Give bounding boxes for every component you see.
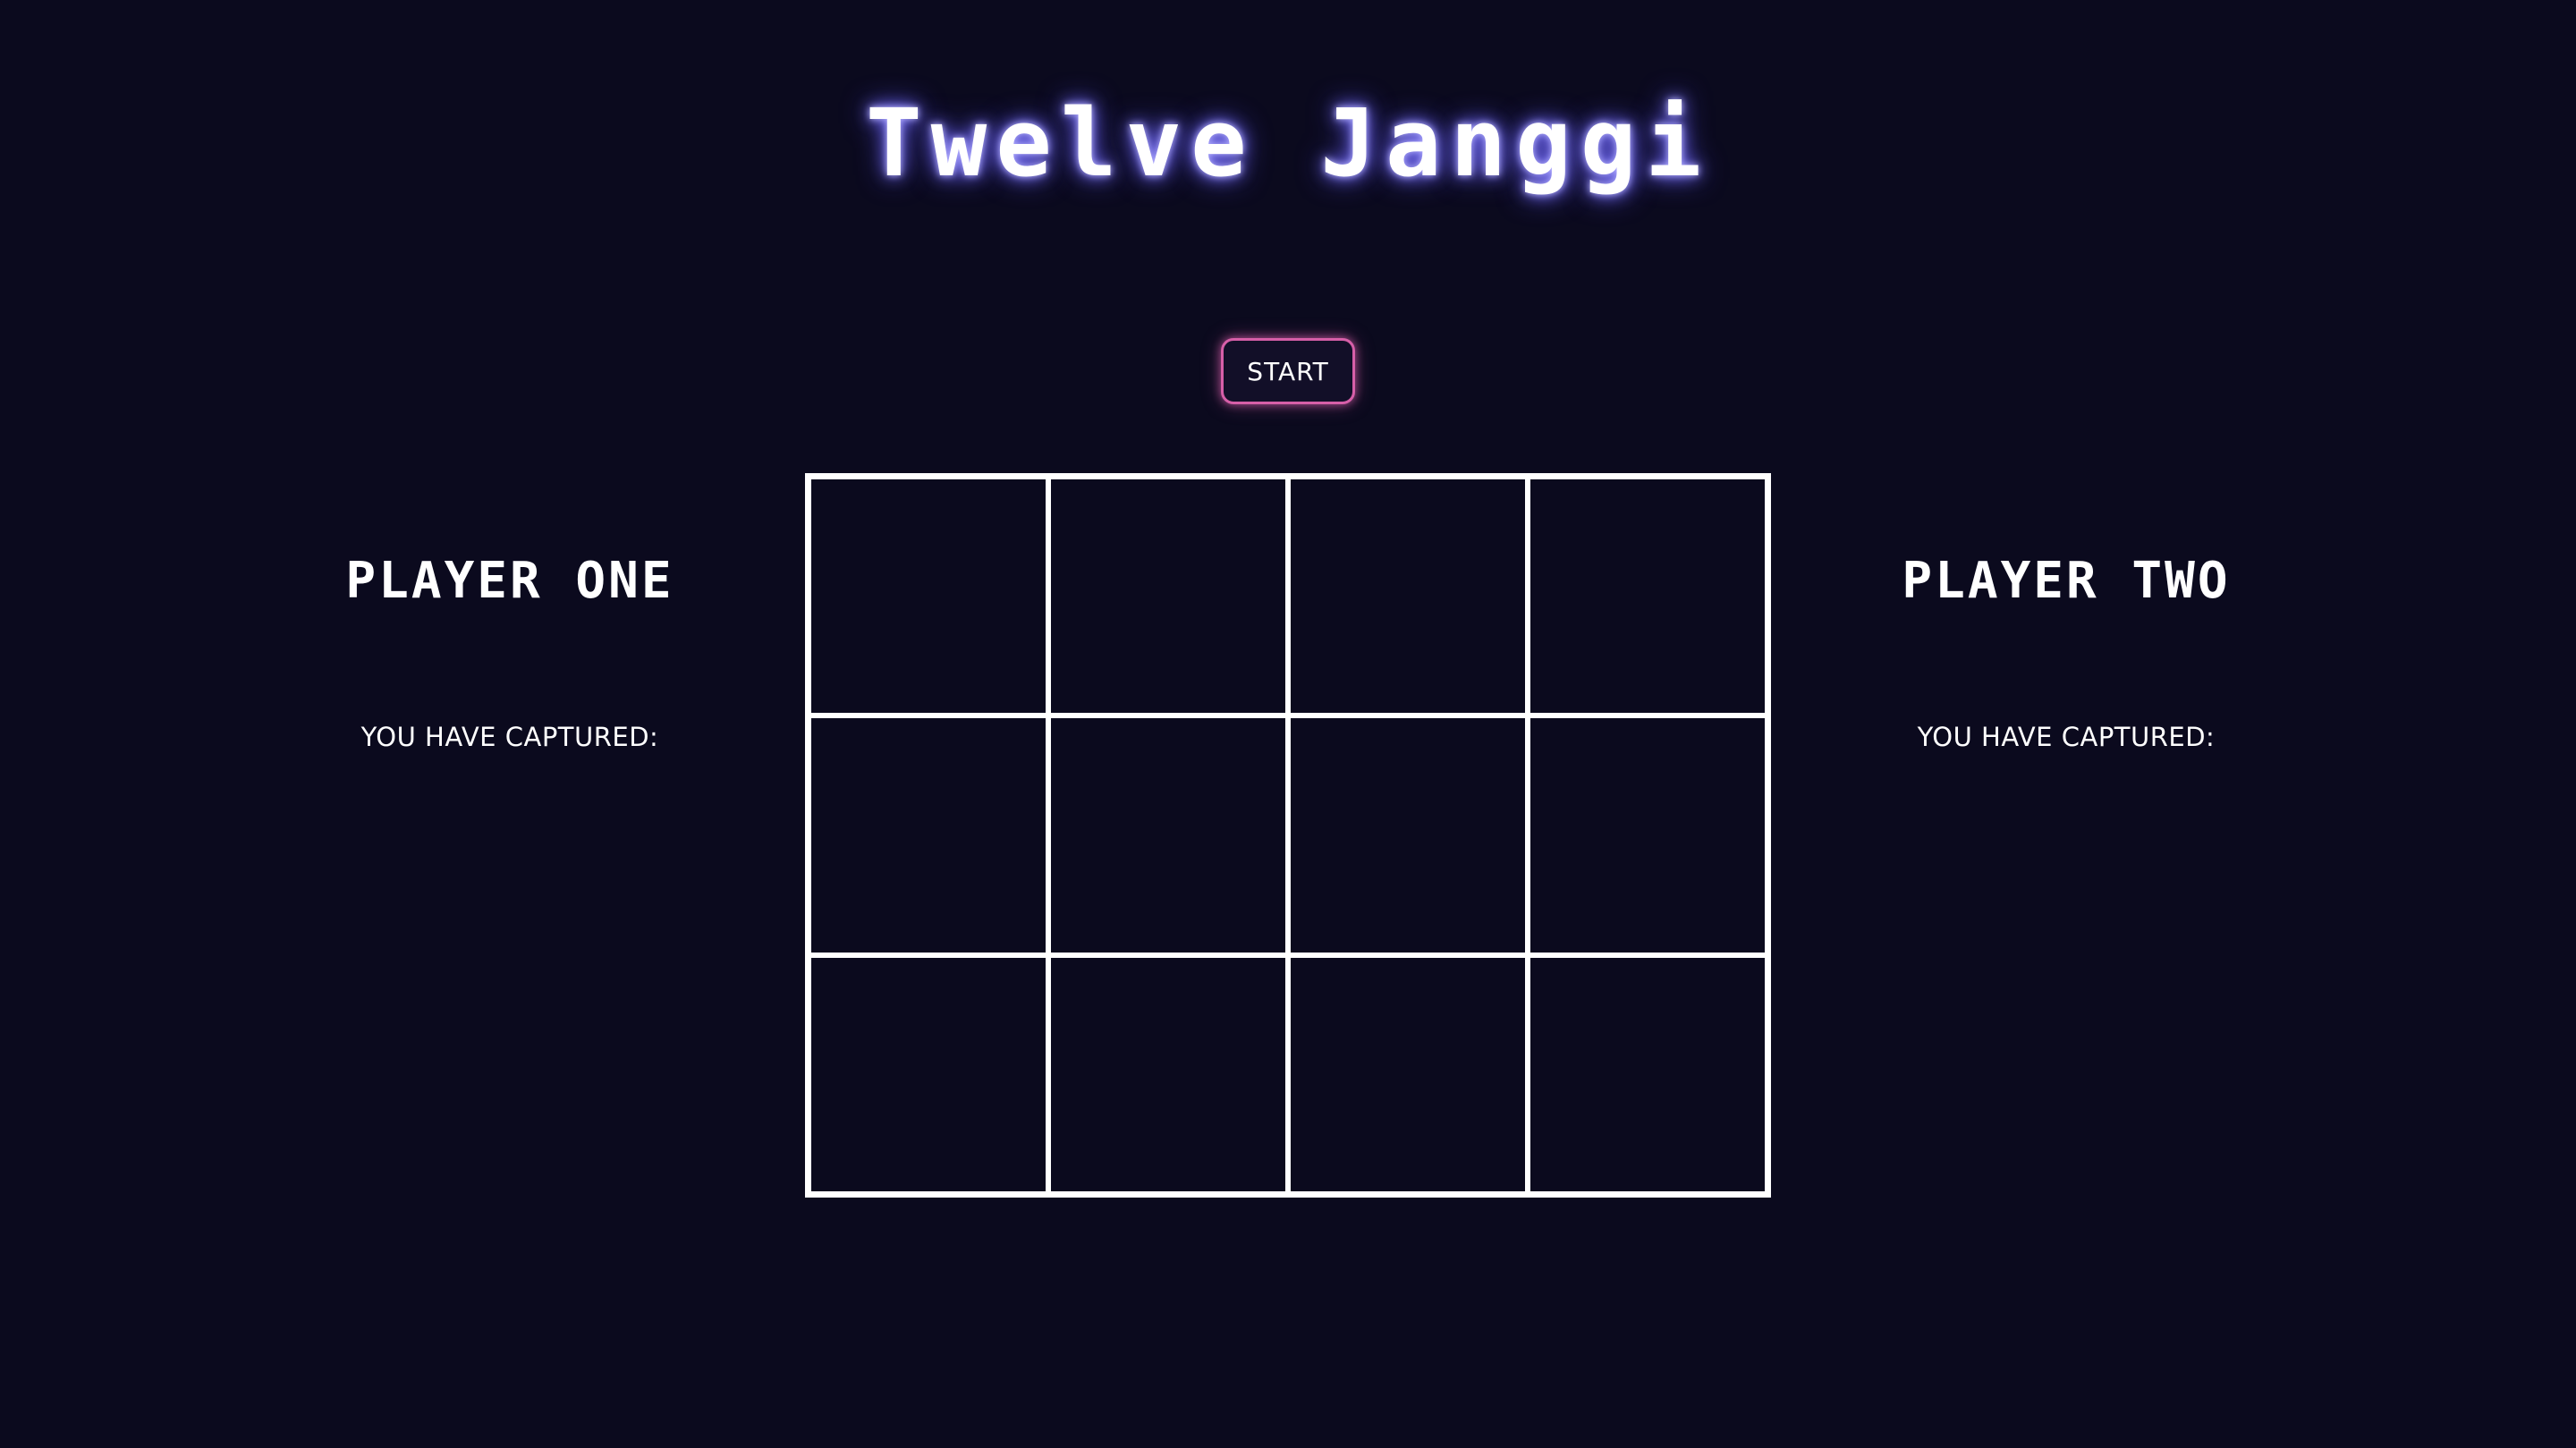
board-cell-r1-c2[interactable] (1048, 477, 1288, 716)
player-two-captured-label: YOU HAVE CAPTURED: (1917, 722, 2216, 752)
player-two-panel: PLAYER TWO YOU HAVE CAPTURED: (1869, 537, 2263, 755)
board-cell-r1-c3[interactable] (1288, 477, 1528, 716)
board-cell-r1-c4[interactable] (1528, 477, 1767, 716)
player-one-name: PLAYER ONE (345, 552, 674, 610)
board-cell-r3-c4[interactable] (1528, 954, 1767, 1194)
player-one-panel: PLAYER ONE YOU HAVE CAPTURED: (313, 537, 707, 755)
player-one-captured-label: YOU HAVE CAPTURED: (360, 722, 659, 752)
board-cell-r3-c3[interactable] (1288, 954, 1528, 1194)
board-cell-r1-c1[interactable] (809, 477, 1048, 716)
board-cell-r2-c3[interactable] (1288, 716, 1528, 955)
board-cell-r3-c2[interactable] (1048, 954, 1288, 1194)
player-two-name: PLAYER TWO (1902, 552, 2231, 610)
game-title: Twelve Janggi (866, 89, 1710, 198)
board-cell-r2-c2[interactable] (1048, 716, 1288, 955)
start-button[interactable]: START (1221, 338, 1355, 404)
board-cell-r2-c4[interactable] (1528, 716, 1767, 955)
board-cell-r2-c1[interactable] (809, 716, 1048, 955)
game-board (805, 473, 1771, 1198)
board-cell-r3-c1[interactable] (809, 954, 1048, 1194)
